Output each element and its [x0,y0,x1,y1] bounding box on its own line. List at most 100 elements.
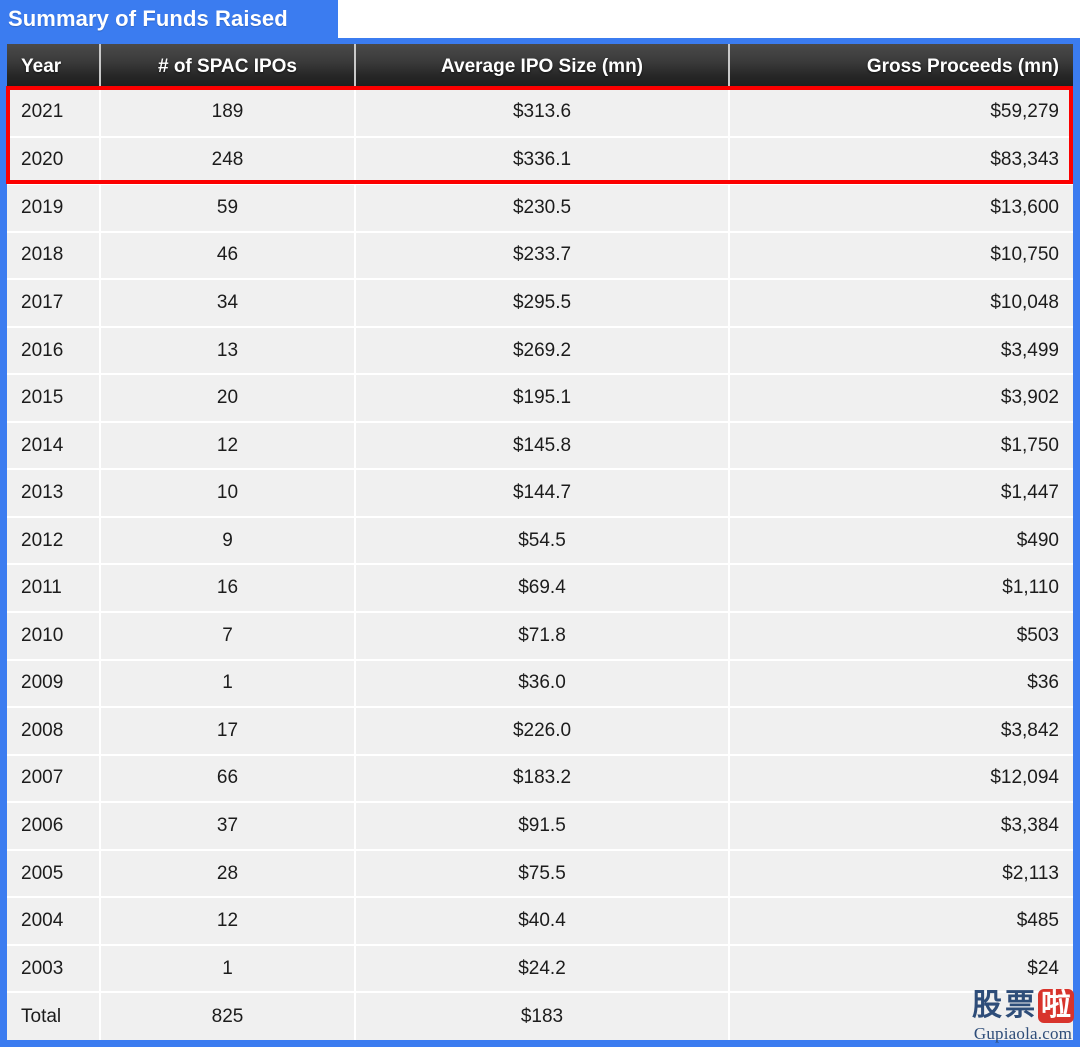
cell-year: 2011 [7,564,101,614]
table-row[interactable]: 2005 28 $75.5 $2,113 [7,849,1073,899]
cell-year: 2009 [7,659,101,709]
funds-raised-table: Year # of SPAC IPOs Average IPO Size (mn… [7,44,1073,1040]
column-header-average-ipo-size[interactable]: Average IPO Size (mn) [355,44,730,89]
watermark-characters: 股票啦 [972,989,1074,1023]
watermark-glyph: 票 [1005,988,1035,1023]
watermark-glyph: 啦 [1038,989,1074,1023]
table-row[interactable]: 2016 13 $269.2 $3,499 [7,326,1073,376]
cell-count: 1 [100,944,356,994]
cell-year: 2020 [7,136,101,186]
table-row[interactable]: 2020 248 $336.1 $83,343 [7,136,1073,186]
cell-gross: $10,750 [729,231,1073,281]
cell-gross: $12,094 [729,754,1073,804]
cell-year: 2014 [7,421,101,471]
cell-year: 2004 [7,897,101,946]
cell-count: 13 [100,326,356,376]
cell-avg: $145.8 [355,421,730,471]
table-row[interactable]: 2012 9 $54.5 $490 [7,516,1073,566]
cell-count: 16 [100,564,356,614]
cell-count: 12 [100,421,356,471]
cell-avg: $230.5 [355,184,730,233]
cell-gross: $24 [729,944,1073,994]
cell-gross: $3,902 [729,374,1073,423]
cell-year: 2017 [7,279,101,328]
cell-avg: $226.0 [355,707,730,756]
cell-avg: $183.2 [355,754,730,804]
table-row[interactable]: 2004 12 $40.4 $485 [7,897,1073,946]
header-row: Year # of SPAC IPOs Average IPO Size (mn… [7,44,1073,89]
cell-count: 66 [100,754,356,804]
cell-count: 20 [100,374,356,423]
column-header-year[interactable]: Year [7,44,101,89]
cell-year: 2018 [7,231,101,281]
cell-gross: $1,750 [729,421,1073,471]
cell-gross: $490 [729,516,1073,566]
table-row[interactable]: 2018 46 $233.7 $10,750 [7,231,1073,281]
cell-avg: $269.2 [355,326,730,376]
cell-count: 9 [100,516,356,566]
cell-avg: $233.7 [355,231,730,281]
cell-avg: $54.5 [355,516,730,566]
watermark: 股票啦 Gupiaola.com [972,989,1074,1043]
table-row[interactable]: 2021 189 $313.6 $59,279 [7,89,1073,138]
cell-gross: $485 [729,897,1073,946]
cell-avg: $336.1 [355,136,730,186]
cell-count: 37 [100,802,356,851]
cell-avg: $71.8 [355,612,730,661]
cell-avg: $313.6 [355,89,730,138]
column-header-count[interactable]: # of SPAC IPOs [100,44,356,89]
table-row[interactable]: 2009 1 $36.0 $36 [7,659,1073,709]
cell-year: 2012 [7,516,101,566]
table-row[interactable]: 2006 37 $91.5 $3,384 [7,802,1073,851]
cell-avg: $75.5 [355,849,730,899]
cell-avg: $91.5 [355,802,730,851]
table-row[interactable]: 2010 7 $71.8 $503 [7,612,1073,661]
table-row[interactable]: 2008 17 $226.0 $3,842 [7,707,1073,756]
cell-gross: $83,343 [729,136,1073,186]
cell-gross: $3,499 [729,326,1073,376]
table-row[interactable]: 2007 66 $183.2 $12,094 [7,754,1073,804]
cell-gross: $59,279 [729,89,1073,138]
cell-gross: $2,113 [729,849,1073,899]
cell-year: 2003 [7,944,101,994]
cell-count: 10 [100,469,356,518]
watermark-domain: Gupiaola.com [973,1024,1073,1043]
table-row[interactable]: 2014 12 $145.8 $1,750 [7,421,1073,471]
cell-year: 2010 [7,612,101,661]
cell-avg: $144.7 [355,469,730,518]
cell-avg: $183 [355,992,730,1040]
cell-gross: $3,842 [729,707,1073,756]
table-header: Year # of SPAC IPOs Average IPO Size (mn… [7,44,1073,89]
cell-gross: $1,447 [729,469,1073,518]
column-header-gross-proceeds[interactable]: Gross Proceeds (mn) [729,44,1073,89]
cell-avg: $69.4 [355,564,730,614]
cell-count: 17 [100,707,356,756]
table-body: 2021 189 $313.6 $59,279 2020 248 $336.1 $83,343… [7,89,1073,1040]
cell-year: 2019 [7,184,101,233]
table-row[interactable]: Total 825 $183 [7,992,1073,1040]
cell-year: 2021 [7,89,101,138]
table-row[interactable]: 2019 59 $230.5 $13,600 [7,184,1073,233]
table-row[interactable]: 2013 10 $144.7 $1,447 [7,469,1073,518]
table-row[interactable]: 2015 20 $195.1 $3,902 [7,374,1073,423]
cell-gross: $503 [729,612,1073,661]
cell-count: 248 [100,136,356,186]
cell-count: 12 [100,897,356,946]
page-title: Summary of Funds Raised [8,6,288,31]
table-row[interactable]: 2017 34 $295.5 $10,048 [7,279,1073,328]
cell-count: 1 [100,659,356,709]
cell-year: 2007 [7,754,101,804]
table-row[interactable]: 2011 16 $69.4 $1,110 [7,564,1073,614]
table-row[interactable]: 2003 1 $24.2 $24 [7,944,1073,994]
cell-count: 59 [100,184,356,233]
cell-year: 2006 [7,802,101,851]
cell-year: 2016 [7,326,101,376]
cell-gross: $3,384 [729,802,1073,851]
cell-year: Total [7,992,101,1040]
cell-count: 46 [100,231,356,281]
cell-avg: $295.5 [355,279,730,328]
table-frame: Year # of SPAC IPOs Average IPO Size (mn… [0,38,1080,1047]
cell-count: 7 [100,612,356,661]
cell-count: 189 [100,89,356,138]
cell-avg: $40.4 [355,897,730,946]
